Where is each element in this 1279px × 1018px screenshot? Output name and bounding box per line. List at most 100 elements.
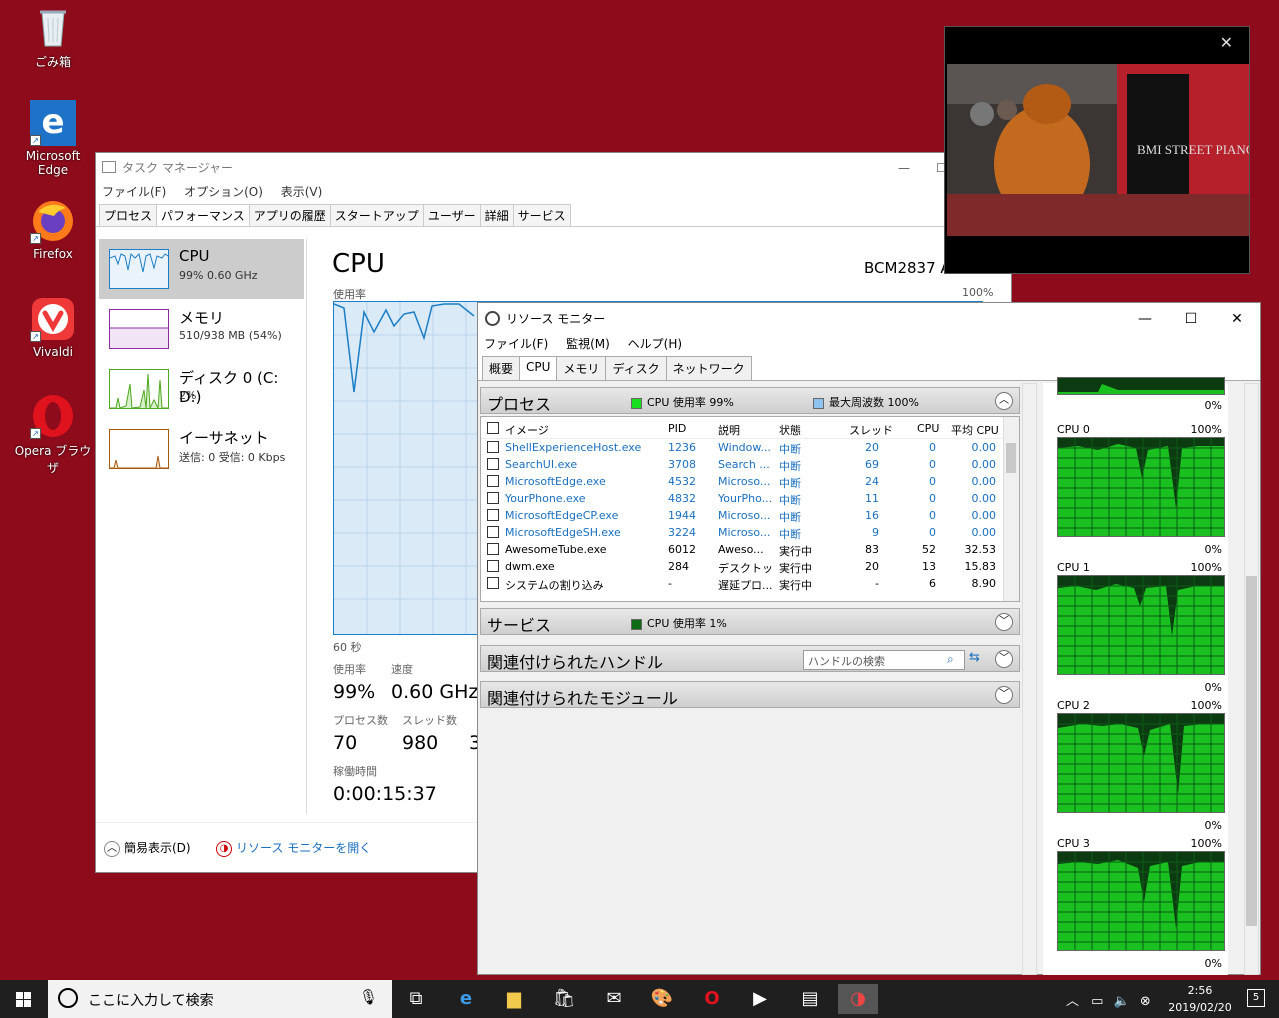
- column-avg-cpu[interactable]: 平均 CPU: [951, 422, 999, 438]
- row-checkbox[interactable]: [487, 509, 499, 521]
- left-pane-scrollbar[interactable]: [1022, 383, 1037, 975]
- menu-file[interactable]: ファイル(F): [102, 185, 166, 199]
- tab-network[interactable]: ネットワーク: [665, 356, 752, 380]
- scroll-thumb[interactable]: [1006, 443, 1016, 473]
- handle-search-input[interactable]: ハンドルの検索: [803, 650, 965, 670]
- table-row[interactable]: AwesomeTube.exe 6012 Aweso... 実行中 83 52 32.53: [481, 541, 1019, 558]
- file-explorer-icon[interactable]: ▆: [494, 984, 534, 1014]
- sidebar-item-ethernet[interactable]: イーサネット 送信: 0 受信: 0 Kbps: [99, 419, 304, 479]
- row-checkbox[interactable]: [487, 526, 499, 538]
- minimize-button[interactable]: —: [898, 153, 910, 183]
- video-player-window[interactable]: ✕ BMI STREET PIANO: [944, 26, 1250, 274]
- table-row[interactable]: システムの割り込み - 遅延プロ... 実行中 - 6 8.90: [481, 575, 1019, 592]
- tab-app-history[interactable]: アプリの履歴: [248, 204, 331, 226]
- tab-cpu[interactable]: CPU: [519, 356, 558, 380]
- desktop-icon-recycle-bin[interactable]: ごみ箱: [11, 4, 95, 70]
- resource-monitor-window[interactable]: リソース モニター — ☐ ✕ ファイル(F) 監視(M) ヘルプ(H) 概要 …: [477, 302, 1261, 975]
- store-icon[interactable]: 🛍: [544, 984, 584, 1014]
- media-player-icon[interactable]: ▶: [740, 984, 780, 1014]
- menu-help[interactable]: ヘルプ(H): [628, 337, 682, 351]
- tab-performance[interactable]: パフォーマンス: [156, 204, 250, 226]
- table-row[interactable]: YourPhone.exe 4832 YourPho... 中断 11 0 0.00: [481, 490, 1019, 507]
- processes-section-header[interactable]: プロセス CPU 使用率 99% 最大周波数 100% ︿: [480, 387, 1020, 414]
- sidebar-item-disk[interactable]: ディスク 0 (C: D:) 2%: [99, 359, 304, 419]
- task-manager-titlebar[interactable]: タスク マネージャー — ☐: [96, 153, 1011, 183]
- column-description[interactable]: 説明: [718, 422, 740, 438]
- volume-icon[interactable]: 🔈: [1114, 994, 1130, 1009]
- task-manager-taskbar-icon[interactable]: ▤: [790, 984, 830, 1014]
- chevron-down-icon[interactable]: ﹀: [995, 613, 1013, 631]
- notification-blocked-icon[interactable]: ⊗: [1140, 994, 1151, 1009]
- table-row[interactable]: SearchUI.exe 3708 Search ... 中断 69 0 0.00: [481, 456, 1019, 473]
- tab-processes[interactable]: プロセス: [99, 204, 158, 226]
- tab-memory[interactable]: メモリ: [556, 356, 607, 380]
- table-row[interactable]: MicrosoftEdge.exe 4532 Microso... 中断 24 0 0.00: [481, 473, 1019, 490]
- chevron-down-icon[interactable]: ﹀: [995, 650, 1013, 668]
- open-resource-monitor-link[interactable]: ◑ リソース モニターを開く: [216, 839, 371, 857]
- task-view-icon[interactable]: ⧉: [396, 984, 436, 1014]
- row-checkbox[interactable]: [487, 560, 499, 572]
- microphone-icon[interactable]: 🎙: [359, 988, 378, 1006]
- maximize-button[interactable]: ☐: [1168, 303, 1214, 335]
- menu-view[interactable]: 表示(V): [281, 185, 323, 199]
- row-checkbox[interactable]: [487, 475, 499, 487]
- column-threads[interactable]: スレッド: [849, 422, 893, 438]
- sidebar-item-cpu[interactable]: CPU 99% 0.60 GHz: [99, 239, 304, 299]
- tab-overview[interactable]: 概要: [482, 356, 521, 380]
- close-button[interactable]: ✕: [1214, 303, 1260, 335]
- menu-monitor[interactable]: 監視(M): [566, 337, 610, 351]
- resource-monitor-taskbar-icon[interactable]: ◑: [838, 984, 878, 1014]
- tab-disk[interactable]: ディスク: [605, 356, 667, 380]
- mail-icon[interactable]: ✉: [594, 984, 634, 1014]
- desktop-icon-firefox[interactable]: ↗ Firefox: [11, 198, 95, 261]
- desktop-icon-vivaldi[interactable]: ↗ Vivaldi: [11, 296, 95, 359]
- tab-details[interactable]: 詳細: [479, 204, 514, 226]
- graphs-scrollbar[interactable]: [1244, 383, 1259, 975]
- modules-section-header[interactable]: 関連付けられたモジュール ﹀: [480, 681, 1020, 708]
- desktop-icon-opera[interactable]: ↗ Opera ブラウザ: [11, 393, 95, 476]
- row-checkbox[interactable]: [487, 492, 499, 504]
- column-status[interactable]: 状態: [779, 422, 801, 438]
- chevron-up-icon[interactable]: ︿: [1066, 994, 1079, 1009]
- clock[interactable]: 2:56 2019/02/20: [1160, 982, 1240, 1016]
- menu-options[interactable]: オプション(O): [184, 185, 263, 199]
- handles-section-header[interactable]: 関連付けられたハンドル ハンドルの検索 ⌕ ⇆ ﹀: [480, 645, 1020, 672]
- desktop-icon-edge[interactable]: e ↗ Microsoft Edge: [11, 100, 95, 177]
- services-section-header[interactable]: サービス CPU 使用率 1% ﹀: [480, 608, 1020, 635]
- paint-icon[interactable]: 🎨: [642, 984, 682, 1014]
- search-icon[interactable]: ⌕: [947, 652, 954, 667]
- row-checkbox[interactable]: [487, 441, 499, 453]
- row-checkbox[interactable]: [487, 458, 499, 470]
- chevron-up-icon[interactable]: ︿: [995, 392, 1013, 410]
- chevron-down-icon[interactable]: ﹀: [995, 686, 1013, 704]
- table-row[interactable]: dwm.exe 284 デスクトッ... 実行中 20 13 15.83: [481, 558, 1019, 575]
- process-table-scrollbar[interactable]: [1003, 417, 1019, 601]
- select-all-checkbox[interactable]: [487, 422, 499, 434]
- table-row[interactable]: ShellExperienceHost.exe 1236 Window... 中断 20…: [481, 439, 1019, 456]
- column-pid[interactable]: PID: [668, 422, 686, 435]
- action-center-icon[interactable]: 5: [1247, 989, 1265, 1007]
- video-frame[interactable]: BMI STREET PIANO: [947, 64, 1249, 236]
- table-row[interactable]: MicrosoftEdgeSH.exe 3224 Microso... 中断 9 0 0.0…: [481, 524, 1019, 541]
- menu-file[interactable]: ファイル(F): [484, 337, 548, 351]
- minimize-button[interactable]: —: [1122, 303, 1168, 335]
- table-row[interactable]: MicrosoftEdgeCP.exe 1944 Microso... 中断 16 0 0.…: [481, 507, 1019, 524]
- close-button[interactable]: ✕: [1220, 33, 1233, 52]
- tab-users[interactable]: ユーザー: [422, 204, 481, 226]
- row-checkbox[interactable]: [487, 577, 499, 589]
- column-cpu[interactable]: CPU: [917, 422, 939, 435]
- row-checkbox[interactable]: [487, 543, 499, 555]
- column-image[interactable]: イメージ: [505, 422, 549, 438]
- resource-monitor-titlebar[interactable]: リソース モニター — ☐ ✕: [478, 303, 1260, 335]
- edge-taskbar-icon[interactable]: e: [446, 984, 486, 1014]
- refresh-icon[interactable]: ⇆: [969, 650, 980, 665]
- tab-startup[interactable]: スタートアップ: [329, 204, 424, 226]
- taskbar-search-box[interactable]: ここに入力して検索 🎙: [48, 980, 392, 1018]
- tab-services[interactable]: サービス: [512, 204, 571, 226]
- scroll-thumb[interactable]: [1246, 576, 1257, 926]
- start-button[interactable]: [0, 980, 48, 1018]
- simple-view-button[interactable]: ︿ 簡易表示(D): [104, 839, 191, 857]
- sidebar-item-memory[interactable]: メモリ 510/938 MB (54%): [99, 299, 304, 359]
- opera-taskbar-icon[interactable]: O: [692, 984, 732, 1014]
- network-icon[interactable]: ▭: [1091, 994, 1103, 1009]
